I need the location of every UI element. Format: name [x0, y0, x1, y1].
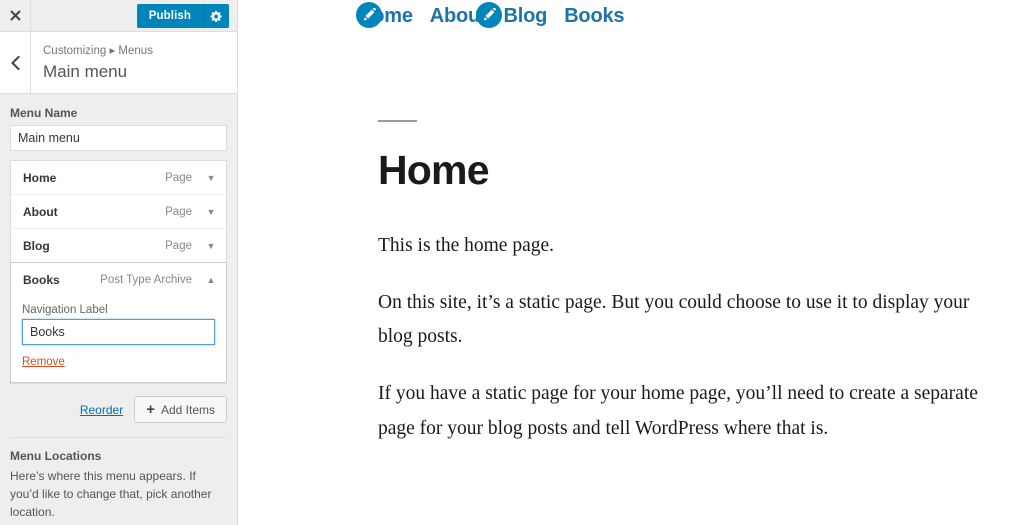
menu-item-type: Page — [165, 205, 192, 218]
entry-title: Home — [378, 147, 490, 193]
nav-link-blog[interactable]: Blog — [504, 5, 548, 28]
menu-items-list: Home Page ▼ About Page ▼ Blog Page ▼ Boo… — [10, 160, 227, 384]
navigation-label-input[interactable] — [22, 319, 215, 345]
pencil-edit-icon — [483, 8, 496, 21]
menu-item-row[interactable]: About Page ▼ — [11, 195, 226, 228]
entry-paragraph: This is the home page. — [378, 235, 555, 256]
menu-item-home[interactable]: Home Page ▼ — [11, 161, 226, 195]
nav-link-books[interactable]: Books — [564, 5, 624, 28]
page-title: Main menu — [43, 62, 128, 81]
menu-locations-description: Here’s where this menu appears. If you’d… — [10, 469, 212, 519]
breadcrumb: Customizing ▸ Menus — [43, 44, 153, 57]
menu-item-row[interactable]: Blog Page ▼ — [11, 229, 226, 262]
menu-item-blog[interactable]: Blog Page ▼ — [11, 229, 226, 263]
site-preview: Home About Blog Books Home This is the h… — [238, 0, 1024, 525]
gear-icon — [210, 10, 222, 22]
customizer-screen: Publish Customizing ▸ Menus Main menu Me… — [0, 0, 1024, 525]
entry-rule — [378, 120, 417, 122]
close-x-icon — [9, 10, 21, 21]
menu-item-title: Books — [23, 272, 60, 287]
chevron-down-icon[interactable]: ▼ — [204, 207, 218, 217]
menu-locations-title: Menu Locations — [10, 449, 102, 463]
section-header: Customizing ▸ Menus Main menu — [0, 32, 237, 94]
plus-icon: + — [146, 401, 155, 418]
chevron-down-icon[interactable]: ▼ — [204, 173, 218, 183]
reorder-link[interactable]: Reorder — [80, 403, 123, 417]
chevron-down-icon[interactable]: ▼ — [204, 241, 218, 251]
chevron-up-icon[interactable]: ▲ — [204, 275, 218, 285]
add-items-label: Add Items — [160, 402, 215, 417]
menu-item-type: Page — [165, 239, 192, 252]
customizer-panel: Publish Customizing ▸ Menus Main menu Me… — [0, 0, 238, 525]
close-customizer-button[interactable] — [0, 0, 31, 31]
menu-item-books[interactable]: Books Post Type Archive ▲ Navigation Lab… — [10, 262, 227, 383]
menu-item-title: Home — [23, 170, 57, 185]
page-entry: Home This is the home page. On this site… — [378, 120, 978, 447]
customizer-top-bar: Publish — [0, 0, 237, 32]
edit-shortcut-home-button[interactable] — [356, 2, 382, 28]
menu-location-primary-row[interactable]: Primary (Current: Main menu) — [0, 521, 237, 525]
menu-item-row[interactable]: Books Post Type Archive ▲ — [11, 263, 226, 296]
panel-body: Menu Name Home Page ▼ About Page ▼ — [0, 94, 237, 525]
menu-name-field-wrap — [0, 125, 237, 160]
edit-shortcut-books-button[interactable] — [476, 2, 502, 28]
publish-button-group: Publish — [136, 4, 229, 28]
back-button[interactable] — [0, 32, 31, 93]
publish-button[interactable]: Publish — [136, 4, 203, 28]
menu-name-input[interactable] — [10, 125, 227, 151]
menu-item-type: Page — [165, 171, 192, 184]
chevron-left-icon — [10, 55, 20, 70]
entry-paragraph: On this site, it’s a static page. But yo… — [378, 291, 970, 348]
menu-item-about[interactable]: About Page ▼ — [11, 195, 226, 229]
menu-item-row[interactable]: Home Page ▼ — [11, 161, 226, 194]
menu-item-type: Post Type Archive — [100, 273, 192, 286]
add-items-button[interactable]: + Add Items — [134, 396, 227, 423]
menu-item-title: Blog — [23, 238, 50, 253]
section-title-group: Customizing ▸ Menus Main menu — [31, 32, 153, 93]
entry-paragraph: If you have a static page for your home … — [378, 383, 978, 439]
navigation-label-caption: Navigation Label — [22, 304, 108, 316]
remove-menu-item-link[interactable]: Remove — [22, 356, 65, 368]
menu-name-label: Menu Name — [10, 106, 78, 120]
menu-item-title: About — [23, 204, 58, 219]
pencil-edit-icon — [363, 8, 376, 21]
menu-actions-row: Reorder + Add Items — [0, 384, 237, 423]
menu-item-settings: Navigation Label Remove — [11, 296, 226, 382]
publish-settings-button[interactable] — [203, 4, 229, 28]
